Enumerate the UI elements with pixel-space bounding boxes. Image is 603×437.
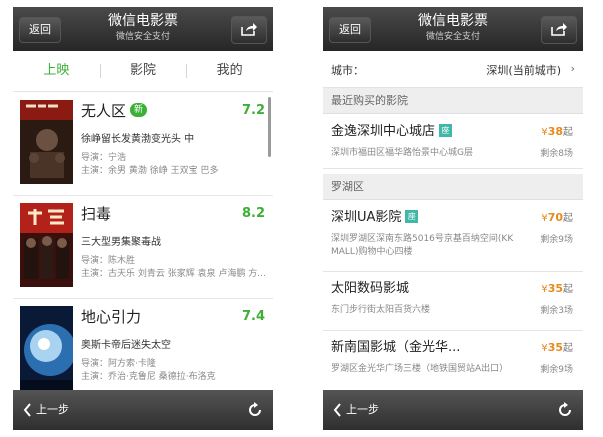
top-nav-bar: 返回 微信电影票 微信安全支付 [323,7,583,51]
movie-director: 导演：陈木胜 [81,256,136,266]
movie-director: 导演：宁浩 [81,153,127,163]
cinema-address: 罗湖区金光华广场三楼（地铁国贸站A出口） [331,364,509,374]
tab-mine[interactable]: 我的 [186,51,273,91]
cinema-name: 深圳UA影院座 [331,209,419,227]
new-badge: 新 [130,102,148,117]
cinemas-screen: 返回 微信电影票 微信安全支付 城市： 深圳(当前城市) › 最近购买的影院 金… [323,7,583,430]
cinema-remaining: 剩余9场 [540,235,573,245]
movie-description: 徐峥留长发黄渤变光头 中 [81,134,195,145]
city-selector[interactable]: 城市： 深圳(当前城市) › [323,51,583,88]
cinema-item[interactable]: 金逸深圳中心城店座 ¥38起 深圳市福田区福华路怡景中心城G层 剩余8场 [323,115,583,169]
share-button[interactable] [231,16,267,44]
section-header-district: 罗湖区 [323,174,583,200]
movie-cast: 主演：乔治·克鲁尼 桑德拉·布洛克 [81,372,216,382]
bottom-bar: 上一步 [323,390,583,430]
previous-step-button[interactable]: 上一步 [333,390,379,430]
seat-badge: 座 [405,210,419,223]
movie-item[interactable]: 扫毒 8.2 三大型男集聚毒战 导演：陈木胜 主演：古天乐 刘青云 张家辉 袁泉… [13,196,273,299]
cinema-item[interactable]: 新南国影城（金光华... ¥35起 罗湖区金光华广场三楼（地铁国贸站A出口） 剩… [323,331,583,391]
chevron-right-icon: › [570,62,575,75]
movie-title: 扫毒 [81,205,112,223]
movie-director: 导演：阿方索·卡隆 [81,359,156,369]
cinema-item[interactable]: 太阳数码影城 ¥35起 东门步行街太阳百货六楼 剩余3场 [323,272,583,331]
share-icon [241,23,257,36]
cinema-price: ¥35起 [541,282,573,295]
refresh-icon[interactable] [557,402,573,418]
movie-score: 7.4 [241,309,265,324]
movie-cast: 主演：余男 黄渤 徐峥 王双宝 巴多 [81,166,219,176]
cinema-address: 深圳罗湖区深南东路5016号京基百纳空间(KK MALL)购物中心四楼 [331,234,514,257]
movie-item[interactable]: 无人区新 7.2 徐峥留长发黄渤变光头 中 导演：宁浩 主演：余男 黄渤 徐峥 … [13,93,273,196]
cinema-price: ¥35起 [541,341,573,354]
cinema-remaining: 剩余9场 [540,365,573,375]
scrollbar[interactable] [268,97,271,157]
movie-cast: 主演：古天乐 刘青云 张家辉 袁泉 卢海鹏 方... [81,269,266,279]
movie-title: 地心引力 [81,308,142,326]
cinema-address: 东门步行街太阳百货六楼 [331,305,431,315]
movie-poster [20,203,73,287]
cinema-price: ¥38起 [541,125,573,138]
cinema-item[interactable]: 深圳UA影院座 ¥70起 深圳罗湖区深南东路5016号京基百纳空间(KK MAL… [323,201,583,272]
movie-poster [20,100,73,184]
city-value: 深圳(当前城市) [486,64,561,77]
cinema-name: 新南国影城（金光华... [331,340,461,355]
top-nav-bar: 返回 微信电影票 微信安全支付 [13,7,273,51]
cinema-name: 太阳数码影城 [331,281,410,296]
movie-score: 7.2 [241,103,265,118]
bottom-bar: 上一步 [13,390,273,430]
seat-badge: 座 [439,124,453,137]
refresh-icon[interactable] [247,402,263,418]
movie-poster [20,306,73,390]
previous-step-label: 上一步 [36,403,69,416]
movie-description: 奥斯卡帝后迷失太空 [81,340,171,351]
share-icon [551,23,567,36]
cinema-remaining: 剩余8场 [540,149,573,159]
previous-step-button[interactable]: 上一步 [23,390,69,430]
movie-score: 8.2 [241,206,265,221]
chevron-left-icon [333,403,341,417]
share-button[interactable] [541,16,577,44]
movie-title: 无人区新 [81,101,148,121]
cinema-remaining: 剩余3场 [540,306,573,316]
cinema-address: 深圳市福田区福华路怡景中心城G层 [331,148,473,158]
tab-now-showing[interactable]: 上映 [13,51,100,91]
previous-step-label: 上一步 [346,403,379,416]
tab-cinemas[interactable]: 影院 [99,51,187,91]
chevron-left-icon [23,403,31,417]
cinema-price: ¥70起 [541,211,573,224]
movie-description: 三大型男集聚毒战 [81,237,161,248]
movies-screen: 返回 微信电影票 微信安全支付 上映 影院 我的 无人区新 7.2 徐峥留长发黄… [13,7,273,430]
section-header-recent: 最近购买的影院 [323,88,583,114]
cinema-name: 金逸深圳中心城店座 [331,123,453,141]
tab-bar: 上映 影院 我的 [13,51,273,92]
movie-item[interactable]: 地心引力 7.4 奥斯卡帝后迷失太空 导演：阿方索·卡隆 主演：乔治·克鲁尼 桑… [13,299,273,392]
city-label: 城市： [331,64,364,77]
